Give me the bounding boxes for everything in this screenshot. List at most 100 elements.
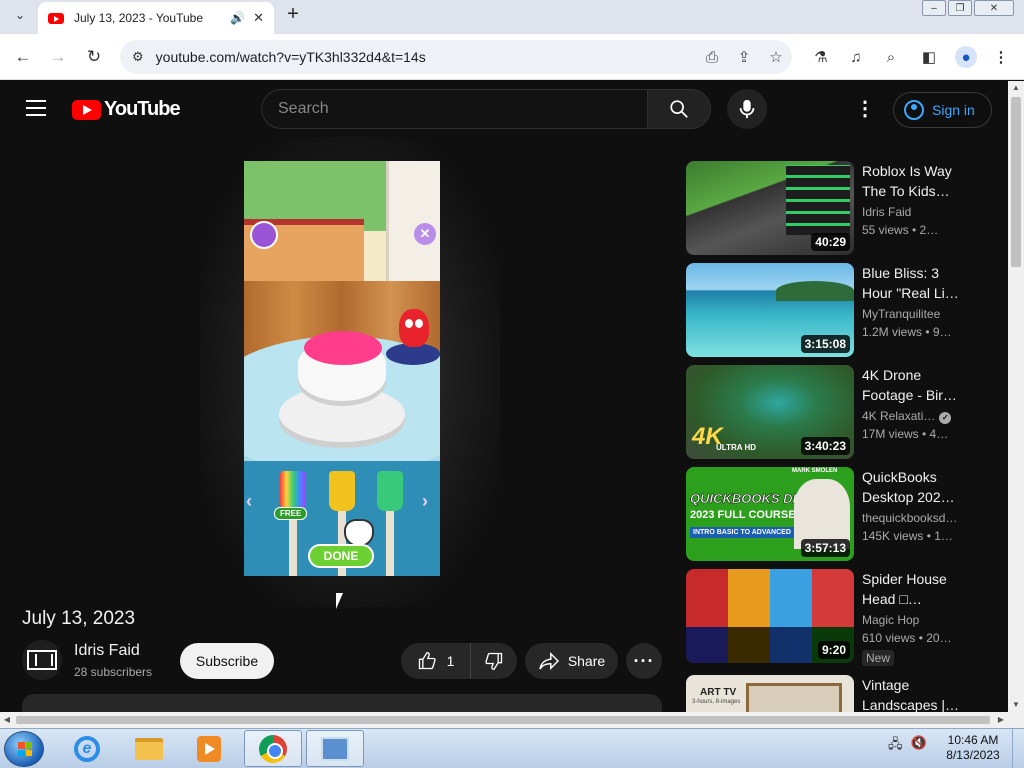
dislike-button[interactable] xyxy=(471,643,517,679)
recommendation-meta: 610 views • 20… xyxy=(862,631,952,645)
share-button[interactable]: Share xyxy=(525,643,618,679)
site-info-icon[interactable]: ⚙ xyxy=(132,49,144,65)
video-thumbnail[interactable]: 9:20 xyxy=(686,569,854,663)
like-button[interactable]: 1 xyxy=(401,643,471,679)
recommendation-title[interactable]: Roblox Is Way The To Kids… xyxy=(862,161,972,201)
youtube-logo-text: YouTube xyxy=(104,98,181,120)
horizontal-scrollbar[interactable]: ◀ ▶ xyxy=(0,712,1008,728)
video-duration: 3:15:08 xyxy=(800,335,850,353)
recommendation-channel[interactable]: Idris Faid xyxy=(862,205,911,219)
red-monster-character xyxy=(399,309,429,347)
video-thumbnail[interactable]: 4K ULTRA HD 3:40:23 xyxy=(686,365,854,459)
speaker-icon[interactable]: 🔊 xyxy=(230,11,245,25)
taskbar-file-explorer[interactable] xyxy=(120,730,178,767)
media-player-icon xyxy=(197,735,221,762)
start-button[interactable] xyxy=(4,731,44,767)
video-thumbnail[interactable]: 40:29 xyxy=(686,161,854,255)
show-desktop-button[interactable] xyxy=(1012,729,1024,768)
video-thumbnail[interactable]: QUICKBOOKS DESKTOP 2023 FULL COURSE INTR… xyxy=(686,467,854,561)
share-page-icon[interactable]: ⇪ xyxy=(728,48,760,66)
restore-button[interactable]: ❐ xyxy=(948,0,972,16)
vertical-scroll-thumb[interactable] xyxy=(1011,97,1021,267)
video-thumbnail[interactable]: ART TV 3-hours, 8-images xyxy=(686,675,854,712)
scroll-up-arrow-icon[interactable]: ▲ xyxy=(1008,81,1024,95)
description-box[interactable] xyxy=(22,694,662,712)
chrome-menu-icon[interactable]: ⋮ xyxy=(990,46,1012,68)
recommendation-channel[interactable]: 4K Relaxati… ✓ xyxy=(862,409,952,424)
recommendation-title[interactable]: QuickBooks Desktop 202… xyxy=(862,467,972,507)
network-icon[interactable]: 🖧 xyxy=(888,735,903,757)
control-panel-icon xyxy=(321,736,349,761)
search-tabs-icon[interactable]: ⌕ xyxy=(880,46,902,68)
reload-icon[interactable]: ↻ xyxy=(83,46,105,68)
labs-flask-icon[interactable]: ⚗ xyxy=(810,46,832,68)
address-bar[interactable]: ⚙ youtube.com/watch?v=yTK3hl332d4&t=14s … xyxy=(120,40,792,74)
forward-arrow-icon[interactable]: → xyxy=(47,46,69,68)
sign-in-button[interactable]: Sign in xyxy=(893,92,992,128)
recommendation-item[interactable]: ART TV 3-hours, 8-images Vintage Landsca… xyxy=(686,675,992,712)
browser-tab-youtube[interactable]: July 13, 2023 - YouTube 🔊 ✕ xyxy=(38,2,274,34)
bookmark-star-icon[interactable]: ☆ xyxy=(760,48,792,66)
vertical-scrollbar[interactable]: ▲ ▼ xyxy=(1008,81,1024,712)
recommendation-channel[interactable]: thequickbooksd… xyxy=(862,511,957,525)
taskbar-chrome[interactable] xyxy=(244,730,302,767)
video-duration: 40:29 xyxy=(811,233,850,251)
side-panel-icon[interactable]: ◧ xyxy=(918,46,940,68)
thumbnail-presenter-name: MARK SMOLEN xyxy=(792,468,838,474)
channel-name[interactable]: Idris Faid xyxy=(74,642,140,660)
profile-avatar-icon[interactable]: ● xyxy=(955,46,977,68)
horizontal-scroll-thumb[interactable] xyxy=(16,716,990,724)
recommendation-meta: 1.2M views • 9… xyxy=(862,325,952,339)
basket-icon xyxy=(250,221,278,249)
recommendation-item[interactable]: 3:15:08 Blue Bliss: 3 Hour "Real Li… MyT… xyxy=(686,263,992,359)
media-controls-icon[interactable]: ♫ xyxy=(845,46,867,68)
subscribe-button[interactable]: Subscribe xyxy=(180,643,274,679)
thumbnail-banner: INTRO BASIC TO ADVANCED xyxy=(690,527,794,538)
like-dislike-group: 1 xyxy=(401,643,517,679)
back-arrow-icon[interactable]: ← xyxy=(12,46,34,68)
close-tab-icon[interactable]: ✕ xyxy=(253,10,264,26)
minimize-button[interactable]: – xyxy=(922,0,946,16)
cake-pink-icing xyxy=(304,331,382,365)
taskbar-control-panel[interactable] xyxy=(306,730,364,767)
voice-search-button[interactable] xyxy=(727,89,767,129)
recommendation-title[interactable]: 4K Drone Footage - Bir… xyxy=(862,365,972,405)
hamburger-menu-icon[interactable] xyxy=(26,100,46,116)
recommendation-item[interactable]: QUICKBOOKS DESKTOP 2023 FULL COURSE INTR… xyxy=(686,467,992,563)
system-tray: 🖧 🔇 xyxy=(888,735,927,757)
taskbar-media-player[interactable] xyxy=(180,730,238,767)
scroll-right-arrow-icon[interactable]: ▶ xyxy=(994,712,1008,728)
verified-check-icon: ✓ xyxy=(939,412,952,424)
recommendation-item[interactable]: 4K ULTRA HD 3:40:23 4K Drone Footage - B… xyxy=(686,365,992,461)
taskbar-internet-explorer[interactable]: e xyxy=(58,730,116,767)
recommendation-item[interactable]: 9:20 Spider House Head □… Magic Hop 610 … xyxy=(686,569,992,666)
volume-muted-icon[interactable]: 🔇 xyxy=(911,735,927,757)
new-tab-button[interactable]: + xyxy=(282,3,304,25)
search-input[interactable] xyxy=(278,100,647,118)
recommendation-channel[interactable]: MyTranquilitee xyxy=(862,307,940,321)
tab-search-chevron-icon[interactable]: ⌄ xyxy=(8,4,32,26)
scroll-down-arrow-icon[interactable]: ▼ xyxy=(1008,698,1024,712)
more-actions-icon[interactable]: ··· xyxy=(626,643,662,679)
video-thumbnail[interactable]: 3:15:08 xyxy=(686,263,854,357)
recommendation-title[interactable]: Spider House Head □… xyxy=(862,569,972,609)
thumbnail-subheadline: 2023 FULL COURSE xyxy=(690,509,796,521)
window-close-button[interactable]: ✕ xyxy=(974,0,1014,16)
browser-tabstrip: ⌄ July 13, 2023 - YouTube 🔊 ✕ + – ❐ ✕ xyxy=(0,0,1024,34)
recommendation-channel[interactable]: Magic Hop xyxy=(862,613,919,627)
yellow-brush xyxy=(329,471,355,511)
recommendation-item[interactable]: 40:29 Roblox Is Way The To Kids… Idris F… xyxy=(686,161,992,257)
url-text[interactable]: youtube.com/watch?v=yTK3hl332d4&t=14s xyxy=(156,49,696,65)
thumbnail-ultrahd-text: ULTRA HD xyxy=(716,443,756,452)
search-button[interactable] xyxy=(647,89,711,129)
install-app-icon[interactable]: ⎙ xyxy=(696,49,728,66)
settings-kebab-icon[interactable]: ⋮ xyxy=(855,97,875,121)
youtube-logo[interactable]: YouTube xyxy=(72,98,181,121)
scroll-left-arrow-icon[interactable]: ◀ xyxy=(0,712,14,728)
taskbar-clock[interactable]: 10:46 AM 8/13/2023 xyxy=(942,733,1004,763)
channel-avatar[interactable] xyxy=(22,640,62,680)
share-arrow-icon xyxy=(539,652,559,670)
recommendation-title[interactable]: Vintage Landscapes |… xyxy=(862,675,972,712)
recommendation-title[interactable]: Blue Bliss: 3 Hour "Real Li… xyxy=(862,263,972,303)
video-player[interactable]: ✕ FREE ‹ › DONE xyxy=(244,161,440,576)
